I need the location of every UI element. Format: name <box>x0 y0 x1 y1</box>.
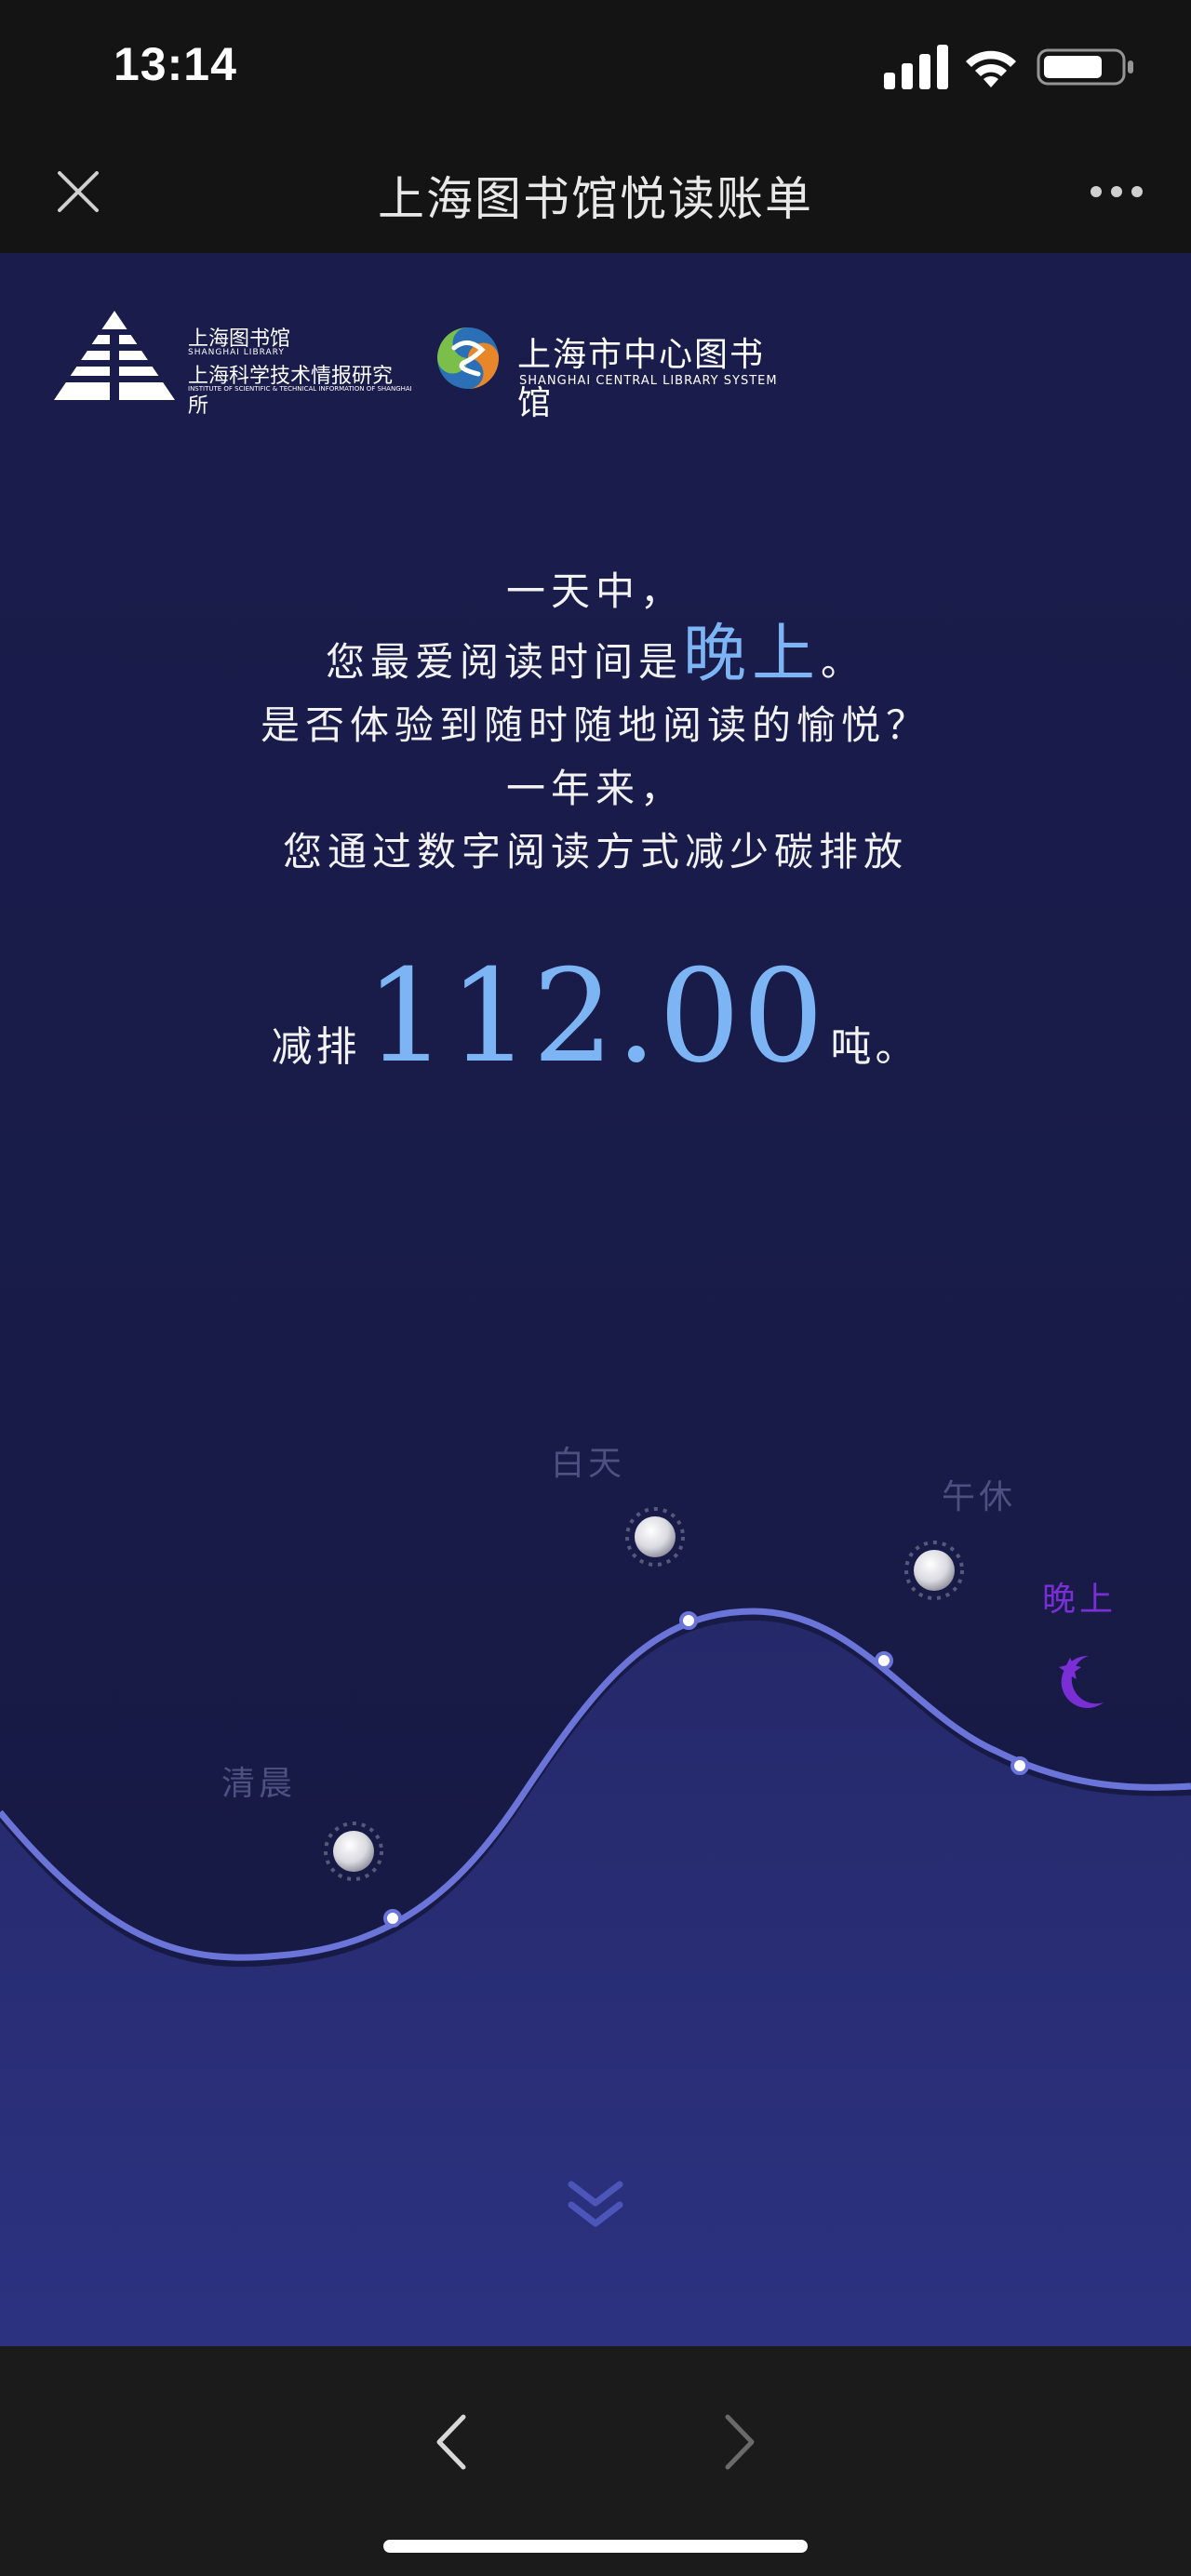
wifi-icon <box>966 50 1016 87</box>
time-label-morning: 清晨 <box>221 1765 297 1803</box>
home-indicator[interactable] <box>383 2540 808 2553</box>
battery-icon <box>1037 48 1133 86</box>
sun-icon-daytime <box>625 1507 685 1567</box>
sun-icon-morning <box>324 1822 383 1881</box>
chevron-double-down-icon[interactable] <box>566 2179 625 2231</box>
status-time: 13:14 <box>114 38 237 90</box>
sun-icon-noon <box>904 1541 964 1600</box>
status-bar: 13:14 <box>0 0 1191 130</box>
signal-icon <box>884 45 948 89</box>
nav-bar: 上海图书馆悦读账单 <box>0 130 1191 253</box>
browser-toolbar <box>0 2346 1191 2576</box>
chevron-right-icon[interactable] <box>715 2409 761 2475</box>
time-label-daytime: 白天 <box>551 1445 626 1483</box>
chevron-left-icon[interactable] <box>430 2409 476 2475</box>
moon-icon <box>1059 1655 1104 1708</box>
more-icon[interactable] <box>1089 182 1144 201</box>
time-label-noon-break: 午休 <box>942 1478 1017 1516</box>
page-title: 上海图书馆悦读账单 <box>378 172 813 226</box>
reading-report-page: 上海图书馆 SHANGHAI LIBRARY 上海科学技术情报研究所 INSTI… <box>0 253 1191 2346</box>
day-curve-illustration <box>0 1507 1191 2346</box>
time-label-night: 晚上 <box>1042 1581 1117 1619</box>
